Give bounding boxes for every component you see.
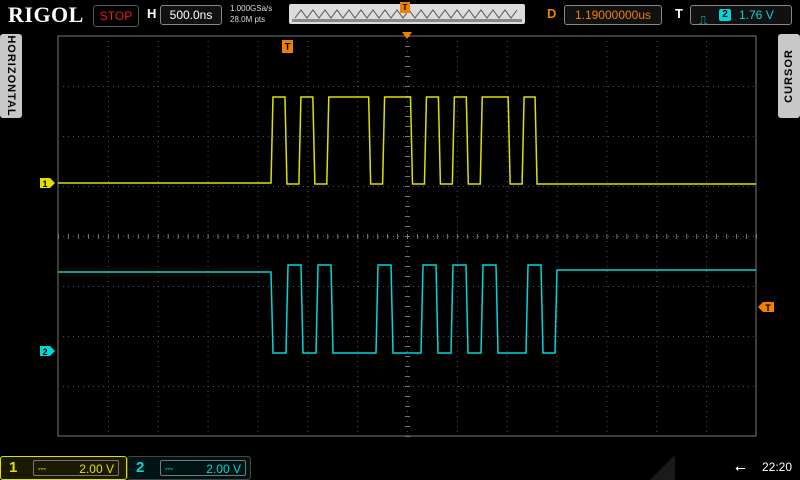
system-clock: 22:20 [762, 460, 793, 474]
dc-coupling-icon: ⎓ [38, 464, 46, 475]
ch1-waveform [58, 96, 756, 185]
ch2-number: 2 [136, 459, 145, 476]
trigger-time-marker[interactable]: T [282, 40, 293, 53]
graticule [57, 35, 757, 437]
ch1-scale-button[interactable]: 1 ⎓ 2.00 V [0, 456, 127, 480]
trigger-time-label: T [284, 42, 290, 53]
ch2-waveform [58, 264, 756, 354]
ch2-marker-label: 2 [42, 347, 47, 357]
ch1-marker-label: 1 [42, 179, 47, 189]
dc-coupling-icon: ⎓ [165, 464, 173, 475]
waveform-display[interactable]: T T 1 2 [0, 0, 800, 480]
status-bar-divider [650, 455, 675, 480]
ch2-scale-value: ⎓ 2.00 V [160, 460, 246, 476]
ch2-offset-marker[interactable]: 2 [40, 346, 55, 357]
ch2-scale-text: 2.00 V [206, 462, 241, 476]
ch2-scale-button[interactable]: 2 ⎓ 2.00 V [127, 456, 251, 480]
usb-icon: ⭠ [735, 460, 746, 475]
ch1-number: 1 [9, 459, 18, 476]
ch1-scale-text: 2.00 V [79, 462, 114, 476]
trigger-level-marker[interactable]: T [758, 302, 774, 313]
bottom-status-bar: 1 ⎓ 2.00 V 2 ⎓ 2.00 V ⭠ 22:20 [0, 455, 800, 480]
trigger-level-label: T [765, 303, 771, 313]
ch1-offset-marker[interactable]: 1 [40, 178, 55, 189]
ch1-scale-value: ⎓ 2.00 V [33, 460, 119, 476]
